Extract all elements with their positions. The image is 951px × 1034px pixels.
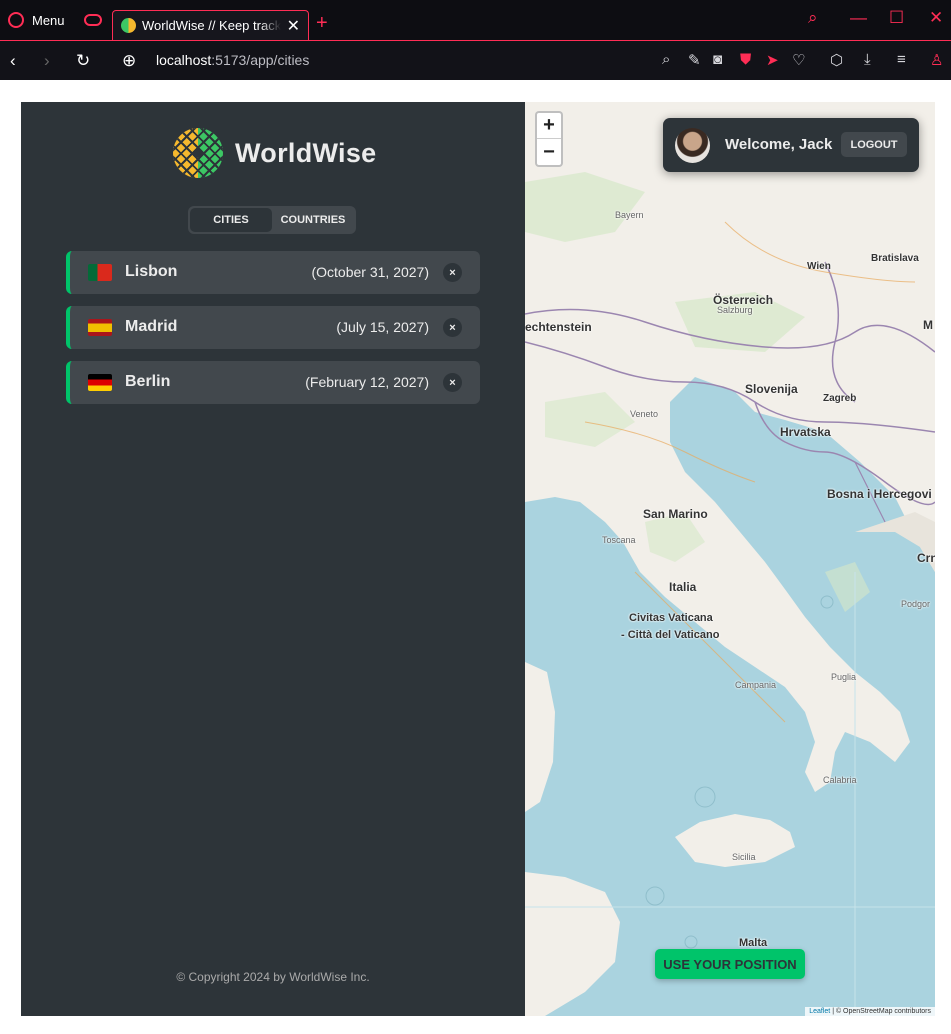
- download-icon[interactable]: ⤓: [864, 51, 871, 68]
- city-date: (July 15, 2027): [336, 319, 429, 335]
- map-label-bosna: Bosna i Hercegovi: [827, 487, 932, 501]
- city-date: (October 31, 2027): [311, 264, 429, 280]
- browser-address-bar: ‹ › ↻ ⊕ localhost:5173/app/cities ⌕ ✎ ◙ …: [0, 40, 951, 80]
- reload-icon[interactable]: ↻: [76, 51, 90, 71]
- map-label-podgor: Podgor: [901, 599, 931, 609]
- edit-icon[interactable]: ✎: [688, 51, 701, 69]
- map-label-vaticano-it: - Città del Vaticano: [621, 629, 720, 641]
- logo-text: WorldWise: [235, 137, 377, 168]
- city-date: (February 12, 2027): [305, 374, 429, 390]
- map-label-veneto: Veneto: [630, 409, 659, 419]
- zoom-in-button[interactable]: +: [537, 113, 561, 139]
- map-label-bayern: Bayern: [615, 210, 644, 220]
- maximize-icon[interactable]: ☐: [889, 8, 904, 28]
- favicon-icon: [121, 18, 136, 33]
- map-label-liechtenstein: echtenstein: [525, 320, 592, 334]
- map-label-toscana: Toscana: [602, 535, 636, 545]
- url-host: localhost: [156, 52, 212, 68]
- menu-label: Menu: [32, 12, 65, 28]
- map-label-zagreb: Zagreb: [823, 393, 857, 404]
- map-label-wien: Wien: [807, 261, 831, 272]
- logout-button[interactable]: LOGOUT: [841, 132, 907, 157]
- avatar: [675, 128, 710, 163]
- box-icon[interactable]: ⬡: [830, 51, 843, 69]
- map-label-campania: Campania: [735, 680, 777, 690]
- zoom-out-button[interactable]: −: [537, 139, 561, 165]
- logo[interactable]: WorldWise: [173, 128, 376, 178]
- tab-title: WorldWise // Keep track of your adventur…: [142, 18, 281, 33]
- map-label-vaticano: Civitas Vaticana: [629, 612, 713, 624]
- map-label-italia: Italia: [669, 580, 697, 594]
- welcome-text: Welcome, Jack: [725, 136, 833, 153]
- city-name: Berlin: [125, 373, 171, 390]
- url-path: :5173/app/cities: [211, 52, 310, 68]
- city-item-madrid[interactable]: Madrid (July 15, 2027) ×: [66, 306, 480, 349]
- send-icon[interactable]: ➤: [766, 51, 779, 69]
- copyright: © Copyright 2024 by WorldWise Inc.: [176, 970, 370, 984]
- use-position-button[interactable]: USE YOUR POSITION: [655, 949, 805, 979]
- map[interactable]: Bayern Österreich Salzburg Wien Bratisla…: [525, 102, 935, 1016]
- map-label-malta: Malta: [739, 937, 768, 949]
- delete-city-button[interactable]: ×: [443, 373, 462, 392]
- site-info-icon[interactable]: ⊕: [122, 51, 136, 71]
- tab-countries[interactable]: COUNTRIES: [272, 208, 354, 232]
- map-label-calabria: Calabria: [823, 775, 857, 785]
- shield-icon[interactable]: ⛊: [740, 51, 751, 68]
- app-layout: WorldWise CITIES COUNTRIES Lisbon (Octob…: [21, 102, 935, 1016]
- new-tab-icon[interactable]: +: [316, 12, 328, 35]
- user-panel: Welcome, Jack LOGOUT: [663, 118, 919, 172]
- zoom-control: + −: [535, 111, 563, 167]
- browser-tab-bar: Menu WorldWise // Keep track of your adv…: [0, 0, 951, 40]
- attribution-text: | © OpenStreetMap contributors: [830, 1008, 931, 1015]
- tab-cities[interactable]: CITIES: [190, 208, 272, 232]
- find-icon[interactable]: ⌕: [662, 51, 670, 68]
- city-name: Madrid: [125, 318, 178, 335]
- gamepad-icon[interactable]: [84, 14, 102, 26]
- close-window-icon[interactable]: ✕: [929, 8, 943, 28]
- map-tiles[interactable]: [525, 102, 935, 1016]
- city-name: Lisbon: [125, 263, 178, 280]
- settings-icon[interactable]: ≡: [897, 51, 906, 68]
- back-icon[interactable]: ‹: [10, 51, 16, 71]
- map-label-slovenija: Slovenija: [745, 382, 798, 396]
- profile-icon[interactable]: ♙: [930, 51, 943, 69]
- app-nav-tabs: CITIES COUNTRIES: [188, 206, 356, 234]
- browser-tab-active[interactable]: WorldWise // Keep track of your adventur…: [112, 10, 309, 40]
- opera-logo-icon: [8, 12, 24, 28]
- search-icon[interactable]: ⌕: [808, 8, 818, 28]
- map-label-m: M: [923, 318, 933, 332]
- map-label-san-marino: San Marino: [643, 507, 708, 521]
- city-item-lisbon[interactable]: Lisbon (October 31, 2027) ×: [66, 251, 480, 294]
- tab-close-icon[interactable]: ✕: [287, 16, 300, 36]
- map-attribution: Leaflet | © OpenStreetMap contributors: [805, 1007, 935, 1016]
- minimize-icon[interactable]: —: [850, 8, 867, 28]
- portugal-flag-icon: [88, 264, 112, 281]
- map-label-crn: Crn: [917, 551, 935, 565]
- logo-globe-icon: [173, 128, 223, 178]
- leaflet-link[interactable]: Leaflet: [809, 1008, 830, 1015]
- map-label-hrvatska: Hrvatska: [780, 425, 831, 439]
- germany-flag-icon: [88, 374, 112, 391]
- url-field[interactable]: localhost:5173/app/cities: [156, 52, 309, 68]
- map-label-bratislava: Bratislava: [871, 253, 919, 264]
- delete-city-button[interactable]: ×: [443, 263, 462, 282]
- city-item-berlin[interactable]: Berlin (February 12, 2027) ×: [66, 361, 480, 404]
- spain-flag-icon: [88, 319, 112, 336]
- delete-city-button[interactable]: ×: [443, 318, 462, 337]
- sidebar: WorldWise CITIES COUNTRIES Lisbon (Octob…: [21, 102, 525, 1016]
- map-label-puglia: Puglia: [831, 672, 857, 682]
- browser-menu-button[interactable]: Menu: [0, 12, 72, 28]
- heart-icon[interactable]: ♡: [792, 51, 805, 69]
- forward-icon[interactable]: ›: [44, 51, 50, 71]
- camera-icon[interactable]: ◙: [713, 51, 722, 68]
- map-label-salzburg: Salzburg: [717, 305, 753, 315]
- map-label-sicilia: Sicilia: [732, 852, 756, 862]
